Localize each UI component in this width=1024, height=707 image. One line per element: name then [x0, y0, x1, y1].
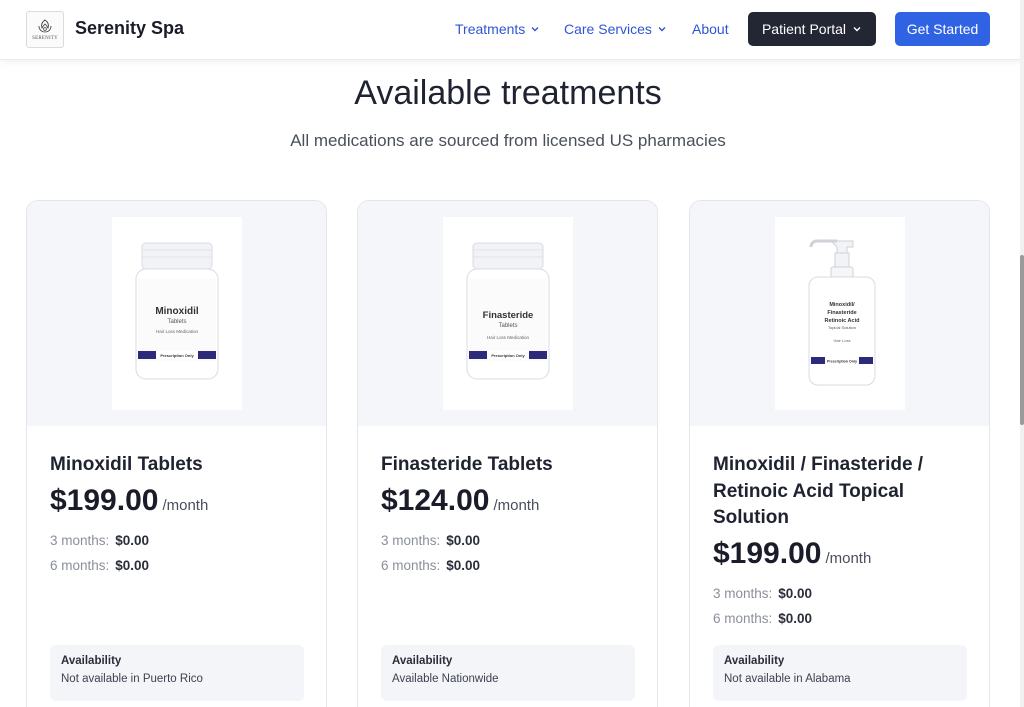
product-title[interactable]: Minoxidil Tablets: [50, 452, 300, 479]
bottle-form-text: Tablets: [167, 319, 186, 325]
plan-row: 3 months: $0.00: [50, 533, 149, 548]
availability-box: Availability Available Nationwide: [381, 645, 635, 701]
chevron-down-icon: [853, 27, 861, 32]
bottle-stripe-text: Prescription Only: [491, 353, 525, 358]
nav-care-services[interactable]: Care Services: [564, 21, 667, 37]
product-card[interactable]: Minoxidil Tablets Hair Loss Medication P…: [26, 200, 327, 707]
plan-price: $0.00: [115, 533, 150, 548]
plan-price: $0.00: [115, 558, 150, 573]
scrollbar-thumb[interactable]: [1020, 255, 1024, 425]
availability-box: Availability Not available in Puerto Ric…: [50, 645, 304, 701]
plan-row: 6 months: $0.00: [381, 558, 480, 573]
bottle-form-text: Tablets: [498, 323, 517, 329]
availability-label: Availability: [61, 655, 122, 667]
plan-price: $0.00: [778, 611, 813, 626]
plan-label: 3 months:: [50, 533, 110, 548]
patient-portal-button[interactable]: Patient Portal: [748, 12, 876, 46]
bottle-purpose-text: Hair Loss: [834, 338, 851, 343]
product-price: $124.00: [381, 484, 490, 517]
availability-value: Not available in Alabama: [724, 673, 851, 685]
plan-row: 3 months: $0.00: [381, 533, 480, 548]
plan-label: 6 months:: [50, 558, 110, 573]
availability-label: Availability: [724, 655, 785, 667]
plan-price: $0.00: [446, 533, 481, 548]
bottle-brand-text: Finasteride: [483, 310, 534, 321]
plan-row: 6 months: $0.00: [50, 558, 149, 573]
price-row: $199.00 /month: [713, 537, 871, 571]
product-title[interactable]: Minoxidil / Finasteride / Retinoic Acid …: [713, 452, 963, 532]
product-card[interactable]: Minoxidil/ Finasteride Retinoic Acid Top…: [689, 200, 990, 707]
logo-wordmark: SERENITY: [32, 36, 58, 41]
plan-price: $0.00: [446, 558, 481, 573]
product-image[interactable]: Minoxidil Tablets Hair Loss Medication P…: [112, 217, 242, 410]
chevron-down-icon: [658, 27, 666, 32]
availability-box: Availability Not available in Alabama: [713, 645, 967, 701]
brand-name[interactable]: Serenity Spa: [75, 18, 184, 39]
bottle-stripe-text: Prescription Only: [160, 353, 194, 358]
product-title[interactable]: Finasteride Tablets: [381, 452, 631, 479]
spa-logo-icon: [38, 19, 52, 33]
nav-treatments-label: Treatments: [455, 21, 526, 37]
nav-about[interactable]: About: [692, 21, 729, 37]
availability-value: Not available in Puerto Rico: [61, 673, 203, 685]
plan-label: 3 months:: [381, 533, 441, 548]
plan-price: $0.00: [778, 586, 813, 601]
section-title: Available treatments: [354, 74, 662, 112]
plan-label: 3 months:: [713, 586, 773, 601]
product-image-area: Finasteride Tablets Hair Loss Medication…: [358, 201, 657, 426]
product-image-area: Minoxidil Tablets Hair Loss Medication P…: [27, 201, 326, 426]
bottle-line-1: Minoxidil/: [829, 302, 855, 308]
bottle-purpose-text: Hair Loss Medication: [156, 329, 199, 334]
section-subtitle: All medications are sourced from license…: [290, 131, 726, 150]
page-scrollbar[interactable]: [1020, 0, 1024, 707]
pill-bottle-icon: Minoxidil Tablets Hair Loss Medication P…: [135, 242, 219, 380]
availability-label: Availability: [392, 655, 453, 667]
bottle-stripe-text: Prescription Only: [827, 360, 857, 364]
product-price: $199.00: [713, 537, 822, 570]
pill-bottle-icon: Finasteride Tablets Hair Loss Medication…: [466, 242, 550, 380]
site-header: SERENITY Serenity Spa Treatments Care Se…: [0, 0, 1021, 60]
get-started-button[interactable]: Get Started: [895, 12, 990, 46]
plan-row: 3 months: $0.00: [713, 586, 812, 601]
plan-label: 6 months:: [381, 558, 441, 573]
price-row: $199.00 /month: [50, 484, 208, 518]
patient-portal-label: Patient Portal: [761, 21, 847, 37]
availability-value: Available Nationwide: [392, 673, 499, 685]
price-period: /month: [162, 497, 209, 514]
bottle-purpose-text: Hair Loss Medication: [487, 335, 530, 340]
nav-treatments[interactable]: Treatments: [455, 21, 540, 37]
pump-bottle-icon: Minoxidil/ Finasteride Retinoic Acid Top…: [808, 239, 876, 386]
plan-row: 6 months: $0.00: [713, 611, 812, 626]
product-image[interactable]: Minoxidil/ Finasteride Retinoic Acid Top…: [775, 217, 905, 410]
bottle-line-3: Retinoic Acid: [825, 318, 860, 324]
price-row: $124.00 /month: [381, 484, 539, 518]
product-card[interactable]: Finasteride Tablets Hair Loss Medication…: [357, 200, 658, 707]
plan-label: 6 months:: [713, 611, 773, 626]
bottle-form-text: Topical Solution: [828, 325, 856, 330]
price-period: /month: [493, 497, 540, 514]
product-image[interactable]: Finasteride Tablets Hair Loss Medication…: [443, 217, 573, 410]
bottle-brand-text: Minoxidil: [155, 306, 199, 317]
product-image-area: Minoxidil/ Finasteride Retinoic Acid Top…: [690, 201, 989, 426]
bottle-line-2: Finasteride: [827, 310, 856, 316]
product-price: $199.00: [50, 484, 159, 517]
nav-care-services-label: Care Services: [564, 21, 652, 37]
nav-about-label: About: [692, 21, 729, 37]
chevron-down-icon: [531, 27, 539, 32]
brand-logo[interactable]: SERENITY: [26, 11, 64, 48]
price-period: /month: [825, 550, 872, 567]
